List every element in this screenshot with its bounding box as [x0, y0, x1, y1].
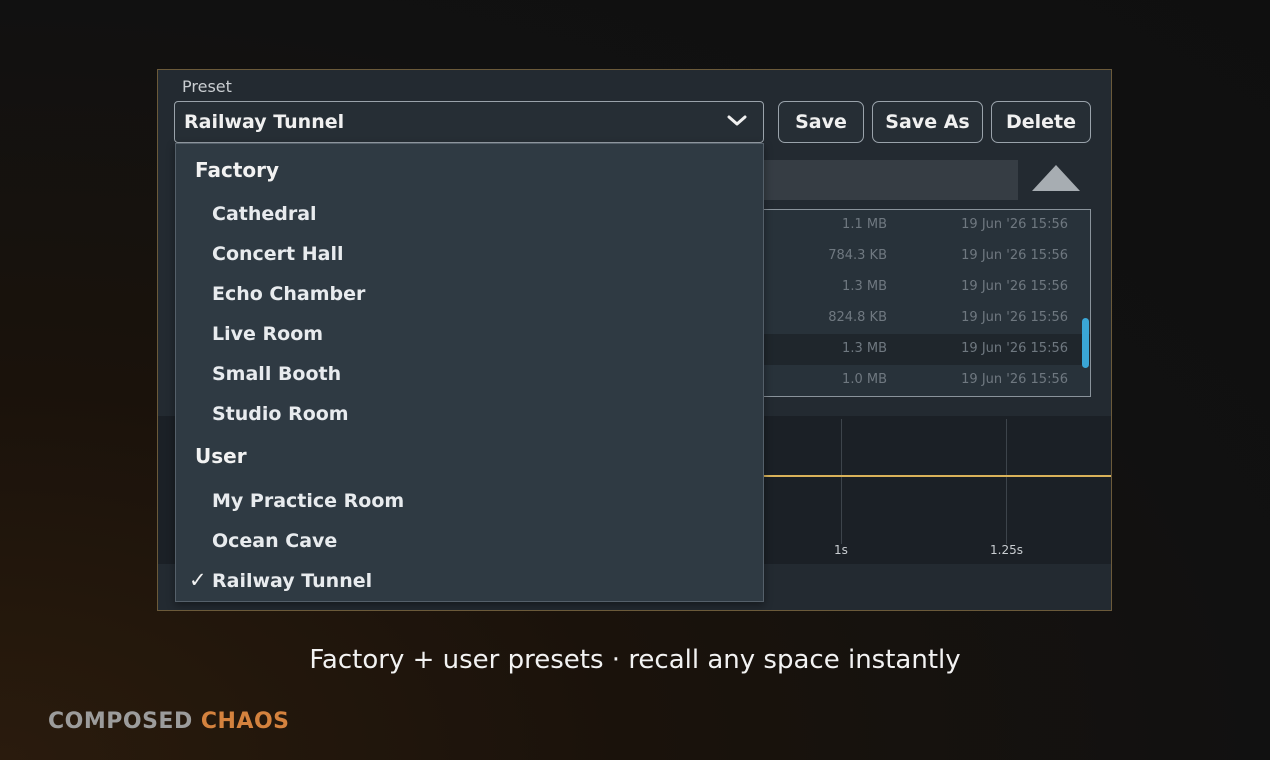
file-size: 1.3 MB — [842, 341, 887, 356]
envelope-line[interactable] — [758, 475, 1111, 477]
menu-item[interactable]: Ocean Cave — [212, 530, 732, 552]
caption: Factory + user presets · recall any spac… — [309, 645, 961, 675]
group-header-factory: Factory — [195, 158, 280, 182]
menu-item[interactable]: Concert Hall — [212, 243, 732, 265]
file-size: 1.3 MB — [842, 279, 887, 294]
menu-item[interactable]: Live Room — [212, 323, 732, 345]
save-as-button[interactable]: Save As — [872, 101, 983, 143]
scrollbar[interactable] — [1082, 318, 1089, 368]
up-arrow-icon[interactable] — [1032, 165, 1080, 191]
file-row[interactable]: 1.3 MB 19 Jun '26 15:56 — [759, 272, 1090, 303]
file-list[interactable]: 1.1 MB 19 Jun '26 15:56 784.3 KB 19 Jun … — [758, 209, 1091, 397]
brand-logo: COMPOSED CHAOS — [48, 709, 290, 734]
file-size: 824.8 KB — [828, 310, 887, 325]
preset-select[interactable]: Railway Tunnel — [174, 101, 764, 143]
menu-item[interactable]: Small Booth — [212, 363, 732, 385]
file-date: 19 Jun '26 15:56 — [961, 279, 1068, 294]
brand-part-1: COMPOSED — [48, 709, 193, 734]
file-date: 19 Jun '26 15:56 — [961, 310, 1068, 325]
menu-item[interactable]: Cathedral — [212, 203, 732, 225]
preset-label: Preset — [182, 77, 232, 96]
tick-label: 1.25s — [990, 543, 1023, 557]
file-date: 19 Jun '26 15:56 — [961, 341, 1068, 356]
chevron-down-icon — [727, 115, 747, 126]
search-field[interactable] — [758, 160, 1018, 200]
gridline — [1006, 419, 1007, 544]
menu-item[interactable]: Echo Chamber — [212, 283, 732, 305]
preset-dropdown-menu: Factory Cathedral Concert Hall Echo Cham… — [175, 143, 764, 602]
file-size: 1.1 MB — [842, 217, 887, 232]
menu-item-checked[interactable]: Railway Tunnel — [212, 570, 732, 592]
file-date: 19 Jun '26 15:56 — [961, 217, 1068, 232]
menu-item[interactable]: My Practice Room — [212, 490, 732, 512]
file-date: 19 Jun '26 15:56 — [961, 372, 1068, 387]
file-row[interactable]: 784.3 KB 19 Jun '26 15:56 — [759, 241, 1090, 272]
file-row[interactable]: 1.0 MB 19 Jun '26 15:56 — [759, 365, 1090, 396]
file-size: 1.0 MB — [842, 372, 887, 387]
file-row-selected[interactable]: 1.3 MB 19 Jun '26 15:56 — [759, 334, 1090, 365]
file-date: 19 Jun '26 15:56 — [961, 248, 1068, 263]
checkmark-icon: ✓ — [189, 568, 207, 592]
file-row[interactable]: 1.1 MB 19 Jun '26 15:56 — [759, 210, 1090, 241]
file-row[interactable]: 824.8 KB 19 Jun '26 15:56 — [759, 303, 1090, 334]
preset-select-value: Railway Tunnel — [184, 111, 345, 133]
preset-panel: Preset Railway Tunnel Save Save As Delet… — [157, 69, 1112, 611]
menu-item[interactable]: Studio Room — [212, 403, 732, 425]
gridline — [841, 419, 842, 544]
delete-button[interactable]: Delete — [991, 101, 1091, 143]
file-size: 784.3 KB — [828, 248, 887, 263]
tick-label: 1s — [834, 543, 848, 557]
brand-part-2: CHAOS — [200, 709, 290, 734]
save-button[interactable]: Save — [778, 101, 864, 143]
group-header-user: User — [195, 444, 247, 468]
